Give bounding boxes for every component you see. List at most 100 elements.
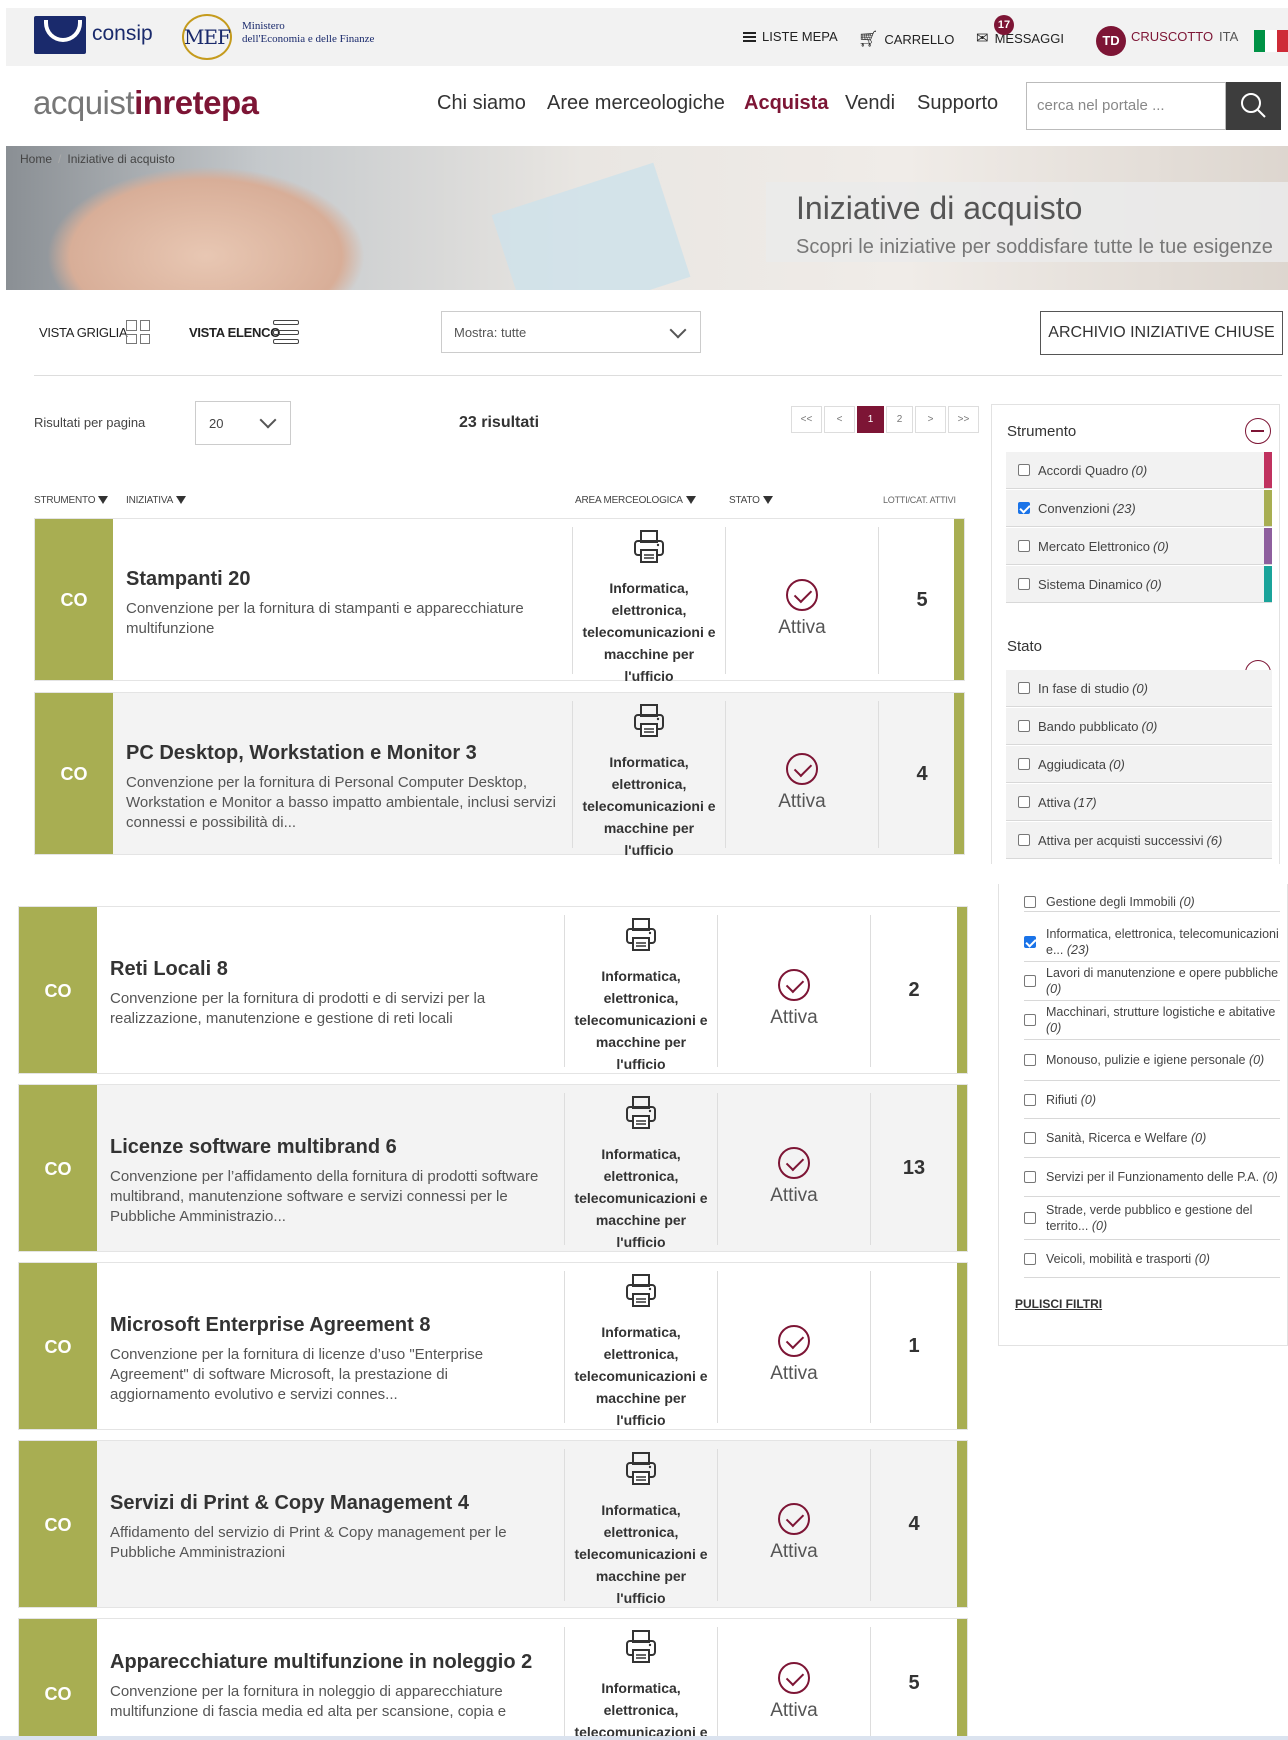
stato-filter-title: Stato [1007, 638, 1043, 655]
initiative-title[interactable]: PC Desktop, Workstation e Monitor 3 [126, 742, 477, 765]
breadcrumb: Home / Iniziative di acquisto [20, 152, 175, 166]
stato-cell: Attiva [718, 1627, 871, 1740]
checkbox[interactable] [1024, 1132, 1036, 1144]
area-filter-item[interactable]: Gestione degli Immobili (0) [1024, 892, 1280, 912]
initiative-title[interactable]: Stampanti 20 [126, 568, 250, 591]
initiative-title[interactable]: Microsoft Enterprise Agreement 8 [110, 1314, 430, 1337]
search-button[interactable] [1226, 82, 1281, 130]
checkbox[interactable] [1024, 1054, 1036, 1066]
col-lotti: LOTTI/CAT. ATTIVI [883, 495, 956, 505]
grid-view-icon[interactable] [126, 320, 150, 344]
stato-filter-item[interactable]: Bando pubblicato (0) [1006, 708, 1272, 745]
checkbox[interactable] [1018, 464, 1030, 476]
strumento-filter-item[interactable]: Convenzioni (23) [1006, 490, 1272, 527]
area-filter-item[interactable]: Monouso, pulizie e igiene personale (0) [1024, 1040, 1280, 1081]
checkbox[interactable] [1024, 1014, 1036, 1026]
stato-cell: Attiva [718, 1271, 871, 1423]
strumento-filter-item[interactable]: Mercato Elettronico (0) [1006, 528, 1272, 565]
checkbox[interactable] [1018, 502, 1030, 514]
mef-logo[interactable]: MEF [182, 14, 232, 60]
strumento-filter-item[interactable]: Sistema Dinamico (0) [1006, 566, 1272, 603]
checkbox[interactable] [1024, 975, 1036, 987]
filter-label: Accordi Quadro [1038, 462, 1129, 478]
collapse-strumento-icon[interactable] [1245, 418, 1271, 444]
nav-acquista[interactable]: Acquista [744, 92, 828, 115]
vista-elenco-label[interactable]: VISTA ELENCO [189, 325, 280, 340]
checkbox[interactable] [1024, 1171, 1036, 1183]
col-area[interactable]: AREA MERCEOLOGICA [575, 495, 696, 506]
cruscotto-link[interactable]: CRUSCOTTO [1131, 29, 1213, 44]
table-row[interactable]: CO Stampanti 20 Convenzione per la fornitu… [34, 518, 965, 684]
nav-aree-merceologiche[interactable]: Aree merceologiche [547, 92, 725, 115]
nav-vendi[interactable]: Vendi [845, 92, 895, 115]
checkbox[interactable] [1018, 682, 1030, 694]
checkbox[interactable] [1024, 1093, 1036, 1106]
search-input[interactable]: cerca nel portale ... [1026, 82, 1226, 130]
area-filter-item[interactable]: Macchinari, strutture logistiche e abita… [1024, 1001, 1280, 1040]
area-filter-item[interactable]: Lavori di manutenzione e opere pubbliche… [1024, 962, 1280, 1001]
consip-logo-text[interactable]: consip [92, 22, 153, 46]
table-row[interactable]: CO Reti Locali 8 Convenzione per la fornit… [18, 906, 968, 1074]
table-row[interactable]: CO Servizi di Print & Copy Management 4 Af… [18, 1440, 968, 1608]
filter-count: (0) [1141, 718, 1158, 734]
strumento-filter-item[interactable]: Accordi Quadro (0) [1006, 452, 1272, 489]
pager-page-2[interactable]: 2 [886, 406, 913, 433]
mostra-select[interactable]: Mostra: tutte [441, 311, 701, 353]
checkbox[interactable] [1024, 935, 1036, 948]
checkbox[interactable] [1018, 540, 1030, 552]
area-filter-item[interactable]: Servizi per il Funzionamento delle P.A. … [1024, 1158, 1280, 1197]
italy-flag-icon[interactable] [1254, 30, 1288, 52]
area-filter-item[interactable]: Sanità, Ricerca e Welfare (0) [1024, 1119, 1280, 1158]
breadcrumb-home[interactable]: Home [20, 152, 52, 166]
filter-label: Monouso, pulizie e igiene personale [1046, 1053, 1246, 1067]
messaggi-link[interactable]: ✉ MESSAGGI [976, 29, 1064, 47]
checkbox[interactable] [1018, 758, 1030, 770]
checkbox[interactable] [1018, 834, 1030, 846]
user-avatar[interactable]: TD [1096, 26, 1126, 56]
stato-filter-item[interactable]: Attiva (17) [1006, 784, 1272, 821]
pager-prev[interactable]: < [824, 406, 855, 433]
checkbox[interactable] [1024, 1252, 1036, 1265]
checkbox[interactable] [1018, 796, 1030, 808]
nav-supporto[interactable]: Supporto [917, 92, 998, 115]
col-iniziativa[interactable]: INIZIATIVA [126, 495, 186, 506]
pulisci-filtri-link[interactable]: PULISCI FILTRI [1015, 1297, 1102, 1311]
area-filter-item[interactable]: Veicoli, mobilità e trasporti (0) [1024, 1240, 1280, 1278]
list-view-icon[interactable] [273, 320, 299, 344]
table-row[interactable]: CO Microsoft Enterprise Agreement 8 Conven… [18, 1262, 968, 1430]
initiative-title[interactable]: Apparecchiature multifunzione in noleggi… [110, 1651, 532, 1674]
area-filter-item[interactable]: Rifiuti (0) [1024, 1081, 1280, 1119]
col-strumento[interactable]: STRUMENTO [34, 495, 108, 506]
per-page-select[interactable]: 20 [195, 401, 291, 445]
initiative-title[interactable]: Reti Locali 8 [110, 958, 228, 981]
site-brand[interactable]: acquistinretepa [33, 84, 259, 122]
table-row[interactable]: CO Apparecchiature multifunzione in noleg… [18, 1618, 968, 1740]
checkbox[interactable] [1024, 1212, 1036, 1224]
breadcrumb-current: Iniziative di acquisto [67, 152, 175, 166]
stato-filter-item[interactable]: Attiva per acquisti successivi (6) [1006, 822, 1272, 859]
stato-label: Attiva [770, 1363, 818, 1384]
stato-filter-item[interactable]: Aggiudicata (0) [1006, 746, 1272, 783]
carrello-link[interactable]: 🛒︎ CARRELLO [858, 29, 954, 49]
area-filter-item[interactable]: Strade, verde pubblico e gestione del te… [1024, 1197, 1280, 1240]
liste-mepa-link[interactable]: LISTE MEPA [743, 29, 838, 44]
pager-first[interactable]: << [791, 406, 822, 433]
checkbox[interactable] [1024, 895, 1036, 908]
pager-page-1[interactable]: 1 [857, 406, 884, 433]
pager-next[interactable]: > [915, 406, 946, 433]
pager-last[interactable]: >> [948, 406, 979, 433]
table-row[interactable]: CO Licenze software multibrand 6 Convenzio… [18, 1084, 968, 1252]
consip-logo-icon[interactable] [34, 16, 86, 54]
language-selector[interactable]: ITA [1219, 29, 1238, 44]
checkbox[interactable] [1018, 578, 1030, 590]
initiative-title[interactable]: Servizi di Print & Copy Management 4 [110, 1492, 469, 1515]
area-filter-item[interactable]: Informatica, elettronica, telecomunicazi… [1024, 922, 1280, 962]
vista-griglia-label[interactable]: VISTA GRIGLIA [39, 325, 128, 340]
checkbox[interactable] [1018, 720, 1030, 732]
stato-filter-item[interactable]: In fase di studio (0) [1006, 670, 1272, 707]
table-row[interactable]: CO PC Desktop, Workstation e Monitor 3 Con… [34, 692, 965, 858]
col-stato[interactable]: STATO [729, 495, 773, 506]
nav-chi-siamo[interactable]: Chi siamo [437, 92, 526, 115]
initiative-title[interactable]: Licenze software multibrand 6 [110, 1136, 397, 1159]
archivio-button[interactable]: ARCHIVIO INIZIATIVE CHIUSE [1040, 311, 1283, 355]
